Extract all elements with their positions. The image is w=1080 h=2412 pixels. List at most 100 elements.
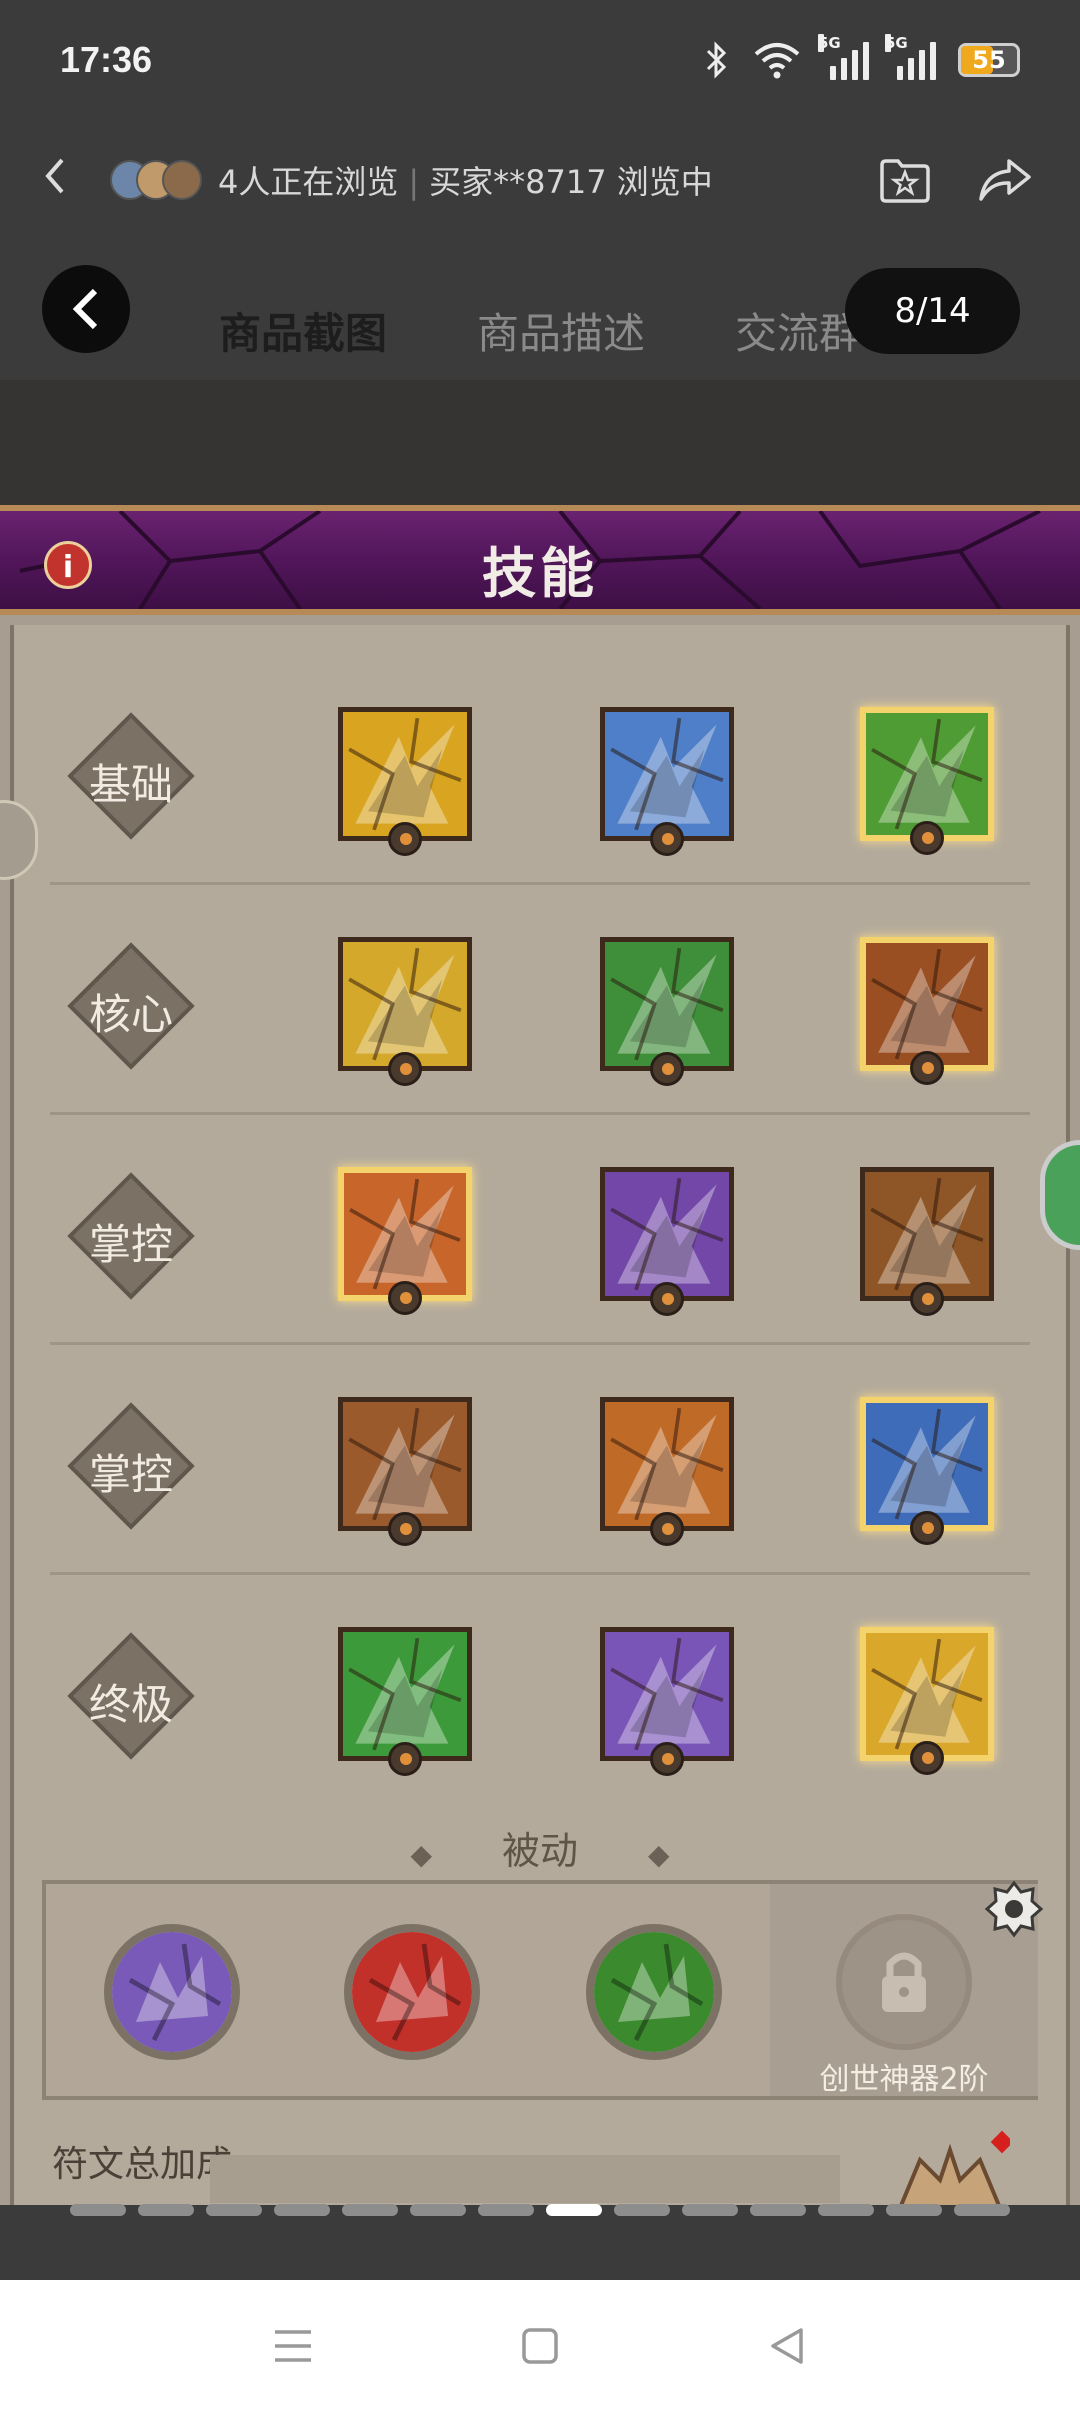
arcane-demon-icon[interactable] (600, 1627, 734, 1776)
crown-icon[interactable] (890, 2130, 1010, 2210)
ornament-icon: ◆ (648, 1838, 670, 1871)
carousel-dot[interactable] (750, 2204, 806, 2216)
element-badge-icon (388, 822, 422, 856)
battery-icon: 55 (958, 43, 1020, 77)
signal-icon-2: 5G (885, 34, 936, 80)
share-button[interactable] (970, 150, 1040, 210)
ice-hammer-icon[interactable] (600, 707, 734, 856)
carousel-dots (0, 2204, 1080, 2224)
row-category-label: 掌控 (88, 1450, 173, 1499)
earth-crack-icon[interactable] (860, 1167, 994, 1316)
favorite-button[interactable] (870, 150, 940, 210)
crystal-passive-icon[interactable] (104, 1924, 240, 2060)
lightning-passive-icon[interactable] (586, 1924, 722, 2060)
lock-icon (836, 1914, 972, 2050)
golden-axe-icon[interactable] (338, 707, 472, 856)
nature-strike-icon[interactable] (860, 707, 994, 855)
carousel-dot[interactable] (274, 2204, 330, 2216)
element-badge-icon (388, 1512, 422, 1546)
element-badge-icon (388, 1281, 422, 1315)
star-folder-icon (880, 159, 930, 203)
carousel-dot[interactable] (410, 2204, 466, 2216)
share-arrow-icon (979, 159, 1031, 201)
app-header: 4人正在浏览 | 买家**8717 浏览中 (0, 120, 1080, 240)
roaring-beast-icon[interactable] (600, 1397, 734, 1546)
carousel-dot[interactable] (954, 2204, 1010, 2216)
chevron-left-icon (45, 158, 64, 194)
viewers-count-text: 4人正在浏览 (218, 163, 399, 201)
element-badge-icon (388, 1742, 422, 1776)
element-badge-icon (650, 1282, 684, 1316)
status-bar: 17:36 5G 5G 55 (0, 0, 1080, 120)
earth-golem-icon[interactable] (338, 1397, 472, 1546)
passive-title: ◆ 被动 ◆ (0, 1820, 1080, 1875)
element-badge-icon (650, 822, 684, 856)
wifi-icon (754, 43, 800, 79)
row-category-label: 掌控 (88, 1220, 173, 1269)
viewer-close-button[interactable] (42, 265, 130, 353)
element-badge-icon (388, 1052, 422, 1086)
element-badge-icon (910, 821, 944, 855)
carousel-dot[interactable] (70, 2204, 126, 2216)
element-badge-icon (910, 1741, 944, 1775)
system-nav-bar (0, 2280, 1080, 2412)
passive-skills: 创世神器2阶 (42, 1880, 1038, 2100)
carousel-dot[interactable] (818, 2204, 874, 2216)
row-category-badge: 核心 (66, 941, 196, 1071)
row-category-label: 基础 (88, 760, 173, 809)
tab-screenshots[interactable]: 商品截图 (219, 300, 387, 380)
carousel-dot[interactable] (206, 2204, 262, 2216)
screen: 17:36 5G 5G 55 4人正在浏览 | 买家**8717 浏览中 商品截… (0, 0, 1080, 2412)
carousel-dot[interactable] (138, 2204, 194, 2216)
flame-face-passive-icon[interactable] (344, 1924, 480, 2060)
status-time: 17:36 (60, 39, 153, 80)
battery-level: 55 (972, 46, 1006, 74)
locked-passive-label: 创世神器2阶 (819, 2062, 989, 2097)
home-square-icon (522, 2328, 558, 2364)
skill-row: 基础 (0, 655, 1080, 885)
carousel-dot[interactable] (342, 2204, 398, 2216)
fire-totem-icon[interactable] (860, 937, 994, 1085)
element-badge-icon (910, 1511, 944, 1545)
signal-icon-1: 5G (818, 34, 869, 80)
element-badge-icon (650, 1512, 684, 1546)
runes-bar (210, 2155, 840, 2203)
image-counter: 8/14 (845, 268, 1020, 354)
status-icons: 5G 5G 55 (704, 34, 1020, 80)
green-slash-icon[interactable] (600, 937, 734, 1086)
carousel-dot[interactable] (478, 2204, 534, 2216)
golden-spirit-icon[interactable] (860, 1627, 994, 1775)
tab-description[interactable]: 商品描述 (477, 300, 645, 380)
frost-beast-icon[interactable] (860, 1397, 994, 1545)
wind-dragon-icon[interactable] (338, 1627, 472, 1776)
menu-icon (275, 2330, 312, 2362)
meteor-icon[interactable] (338, 1167, 472, 1315)
row-category-label: 终极 (88, 1680, 173, 1729)
skill-row: 掌控 (0, 1115, 1080, 1345)
row-category-badge: 掌控 (66, 1401, 196, 1531)
carousel-dot[interactable] (886, 2204, 942, 2216)
row-category-badge: 基础 (66, 711, 196, 841)
tab-group[interactable]: 交流群 (735, 300, 861, 380)
chevron-left-icon (72, 288, 98, 330)
network-type-2: 5G (885, 34, 908, 52)
element-badge-icon (910, 1051, 944, 1085)
carousel-dot[interactable] (682, 2204, 738, 2216)
row-category-label: 核心 (88, 990, 173, 1039)
arcane-burst-icon[interactable] (600, 1167, 734, 1316)
skill-row: 终极 (0, 1575, 1080, 1805)
skill-row: 核心 (0, 885, 1080, 1115)
element-badge-icon (650, 1052, 684, 1086)
menu-nav-button[interactable] (263, 2316, 323, 2376)
skill-row: 掌控 (0, 1345, 1080, 1575)
golden-whirl-icon[interactable] (338, 937, 472, 1086)
back-button[interactable] (40, 152, 110, 208)
skill-title: 技能 (482, 541, 598, 605)
element-badge-icon (910, 1282, 944, 1316)
back-triangle-icon (770, 2328, 803, 2364)
home-nav-button[interactable] (510, 2316, 570, 2376)
gear-icon[interactable] (985, 1880, 1043, 1938)
carousel-dot[interactable] (546, 2204, 602, 2216)
back-nav-button[interactable] (757, 2316, 817, 2376)
carousel-dot[interactable] (614, 2204, 670, 2216)
